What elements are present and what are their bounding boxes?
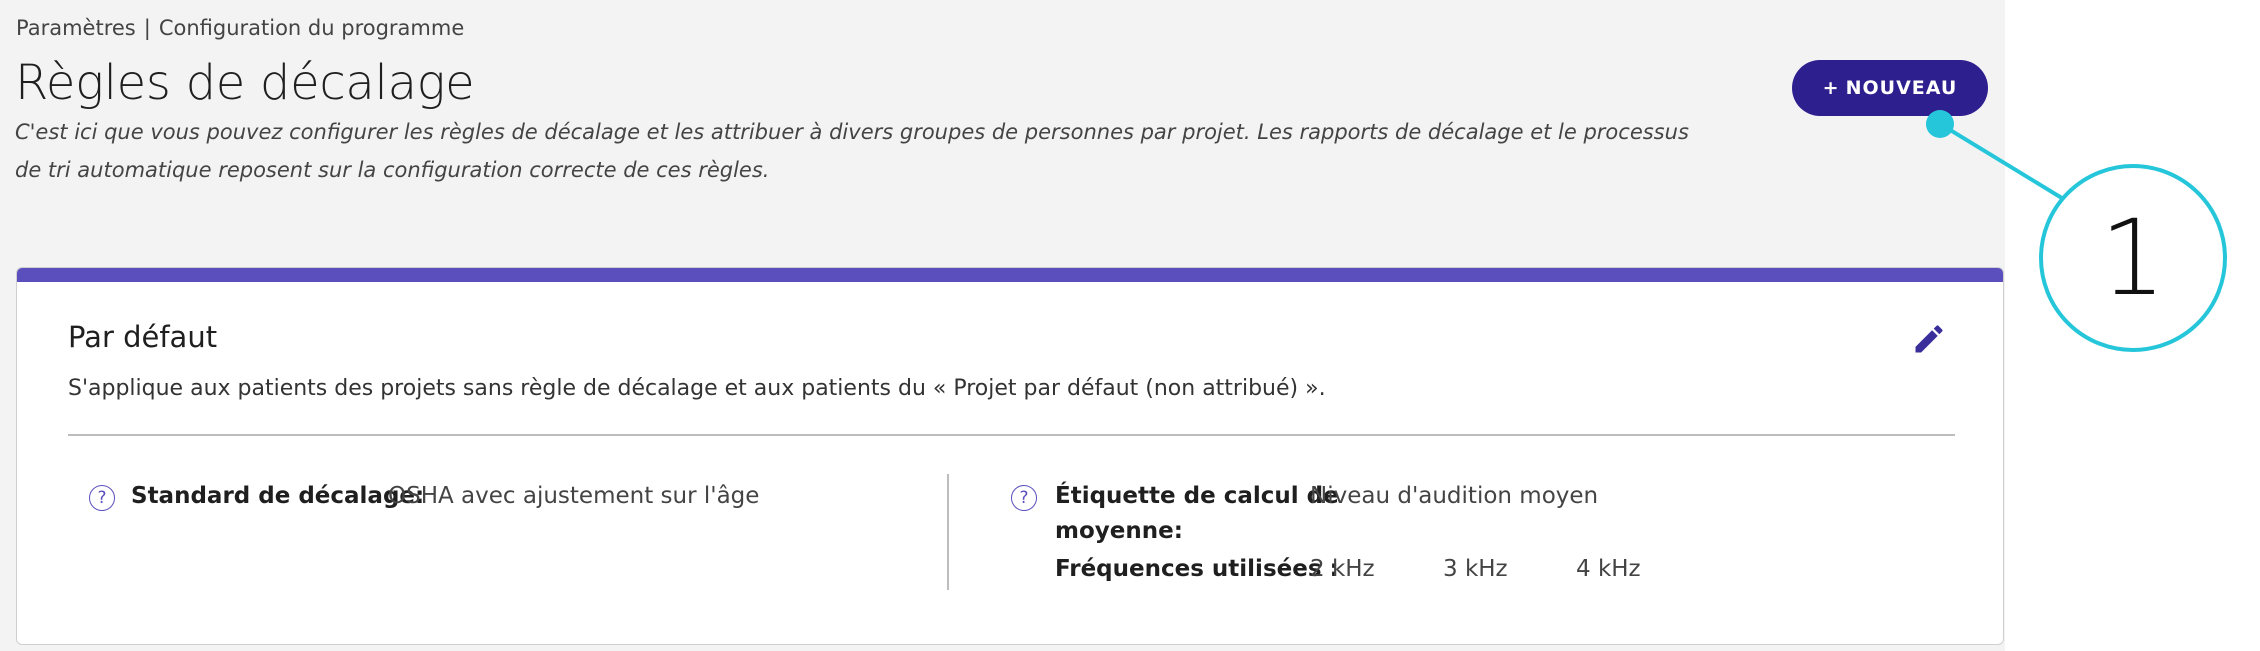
breadcrumb-parent[interactable]: Paramètres (16, 16, 136, 40)
callout-number: 1 (2099, 197, 2167, 319)
new-button-label: NOUVEAU (1845, 77, 1958, 99)
breadcrumb-current: Configuration du programme (158, 16, 465, 40)
help-icon-standard[interactable]: ? (89, 485, 115, 511)
help-icon-averaging[interactable]: ? (1011, 485, 1037, 511)
frequency-value-2: 3 kHz (1443, 556, 1508, 582)
rule-card-default: Par défaut S'applique aux patients des p… (16, 267, 2004, 645)
page-description: C'est ici que vous pouvez configurer les… (15, 120, 1689, 182)
averaging-value: Niveau d'audition moyen (1310, 483, 1599, 509)
card-accent-bar (17, 268, 2003, 282)
frequency-value-1: 2 kHz (1310, 556, 1375, 582)
averaging-label-line1: Étiquette de calcul de (1055, 483, 1339, 509)
standard-value: OSHA avec ajustement sur l'âge (388, 483, 760, 509)
averaging-label-line2: moyenne: (1055, 518, 1183, 544)
frequency-value-3: 4 kHz (1576, 556, 1641, 582)
card-title: Par défaut (68, 320, 218, 354)
column-divider (947, 474, 949, 590)
standard-label: Standard de décalage: (131, 483, 425, 509)
breadcrumb: Paramètres | Configuration du programme (16, 16, 464, 40)
breadcrumb-separator: | (143, 16, 151, 40)
card-description: S'applique aux patients des projets sans… (68, 376, 1326, 401)
plus-icon: + (1822, 77, 1840, 99)
new-rule-button[interactable]: + NOUVEAU (1792, 60, 1988, 116)
frequencies-label: Fréquences utilisées : (1055, 556, 1339, 582)
pencil-icon[interactable] (1911, 321, 1947, 357)
card-divider (68, 434, 1955, 436)
page-title: Règles de décalage (15, 55, 475, 111)
